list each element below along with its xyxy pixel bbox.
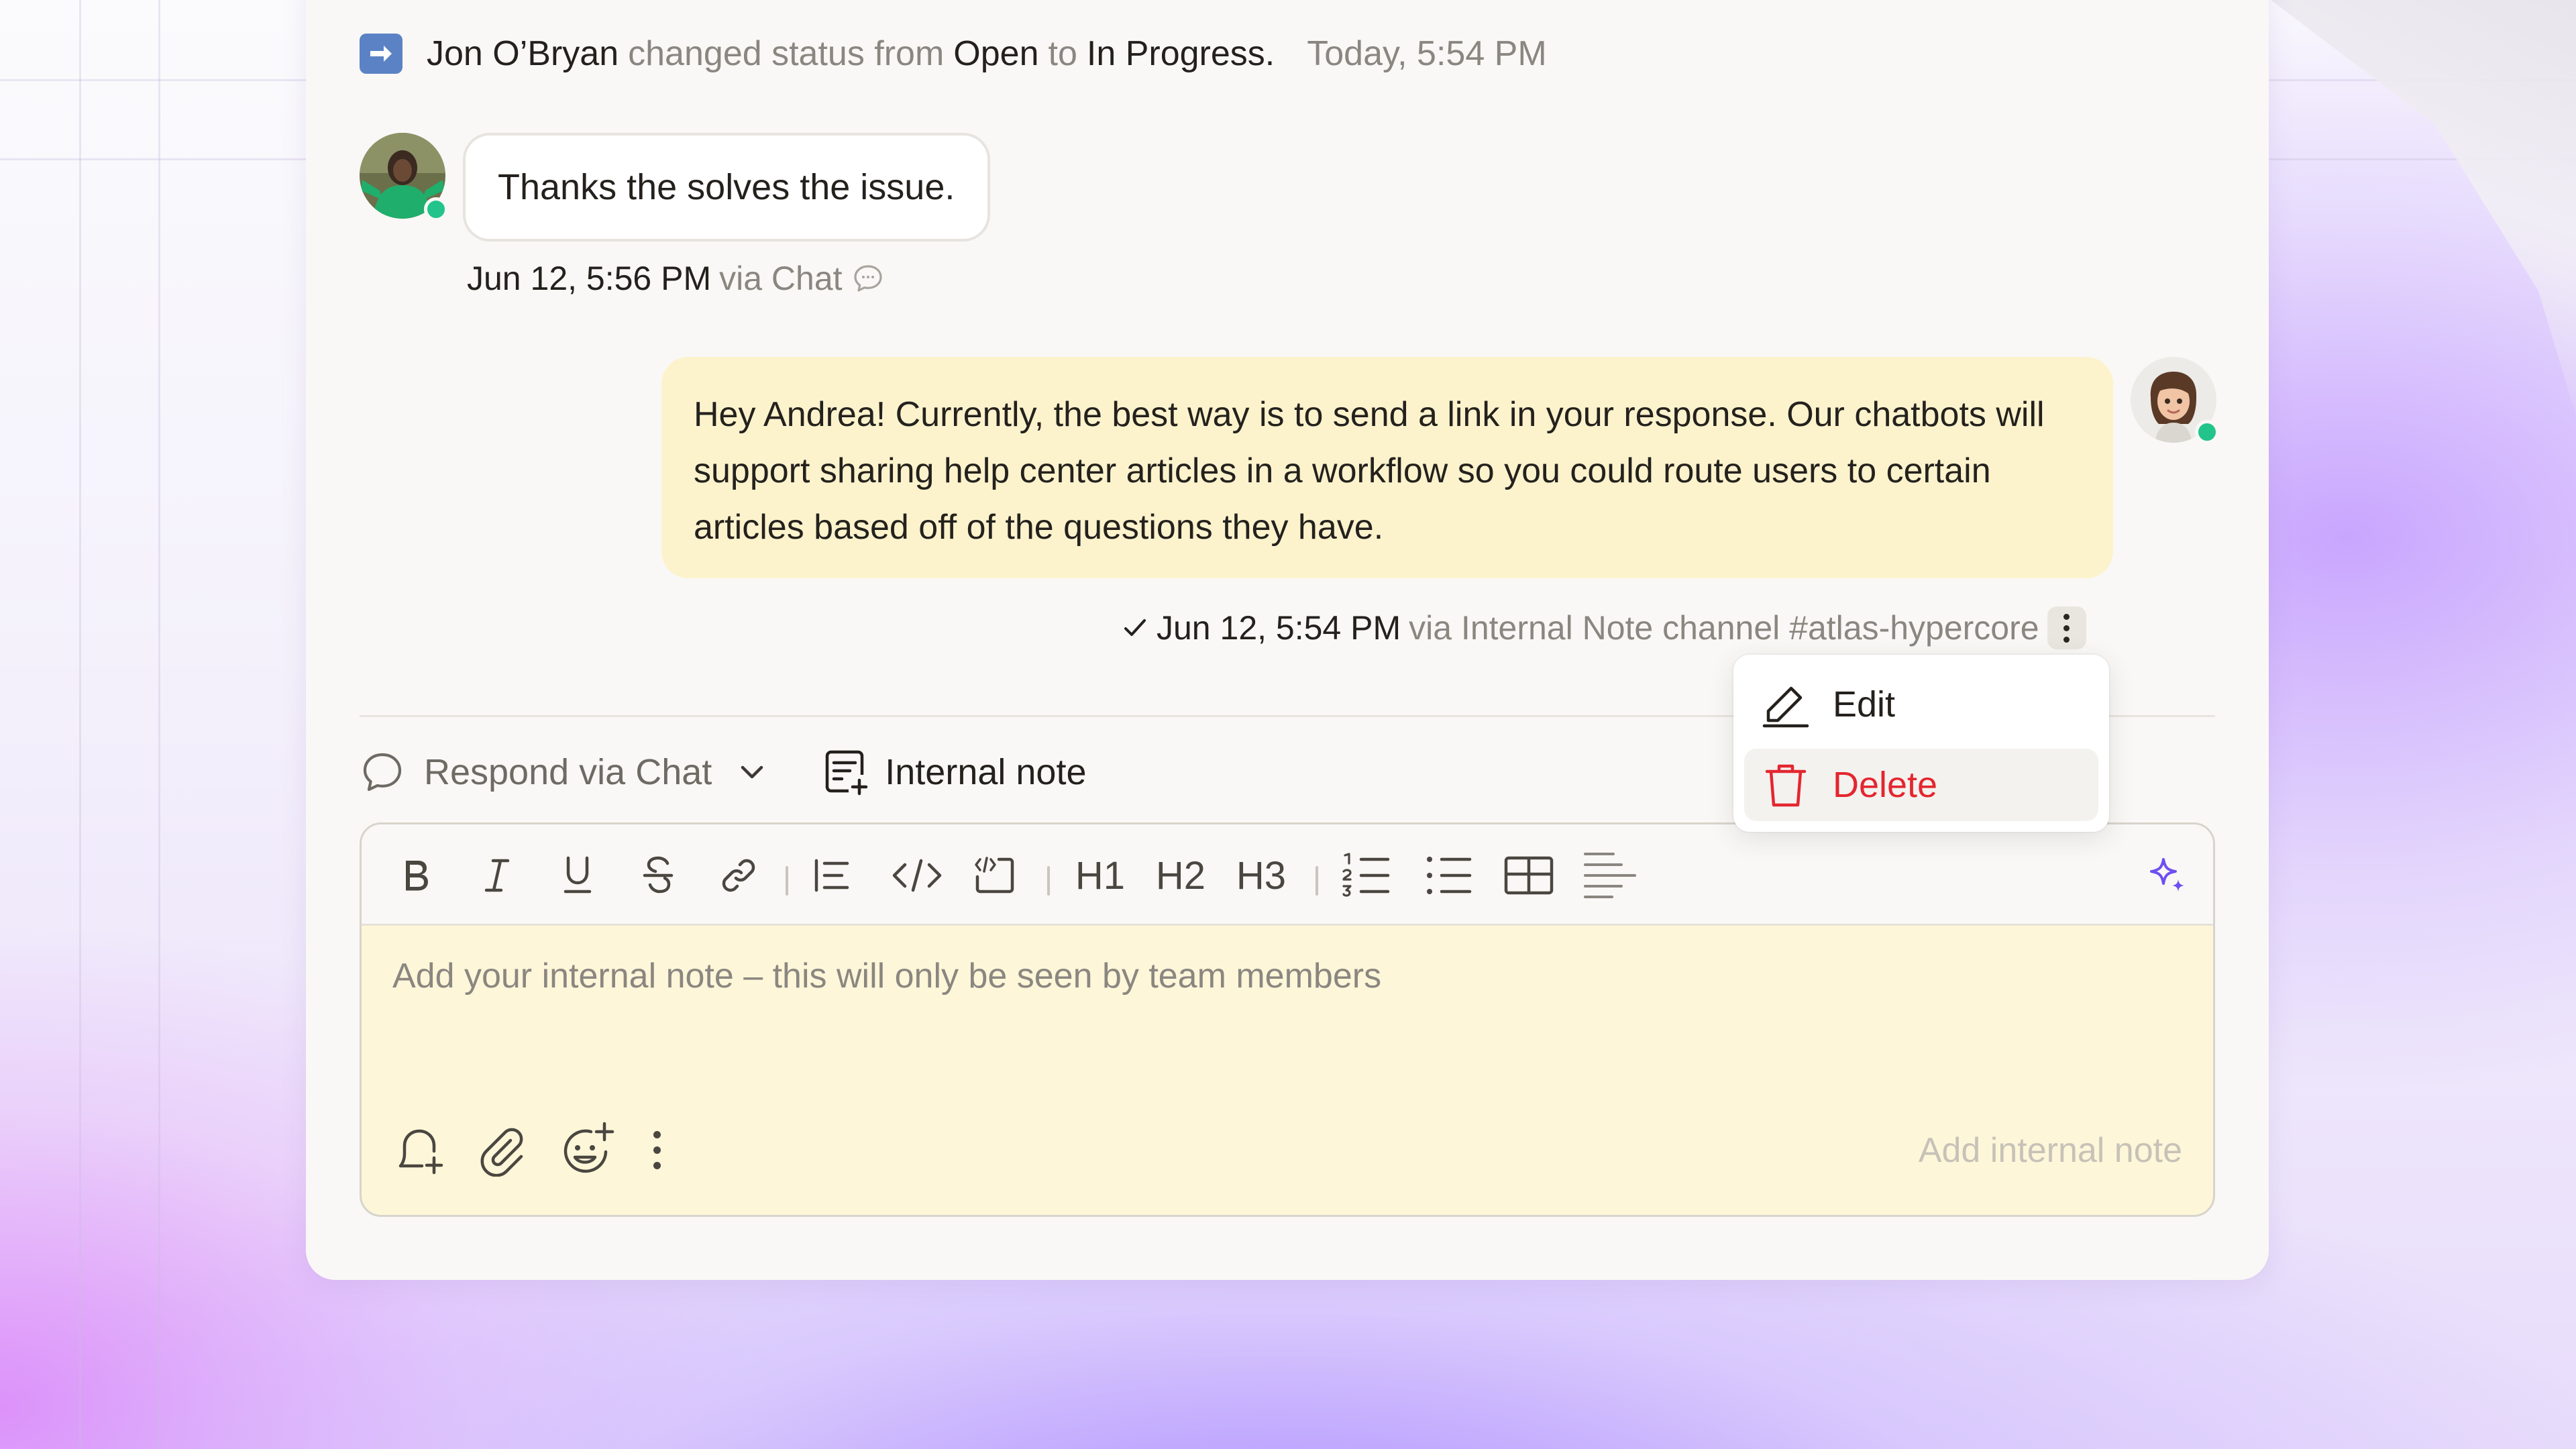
code-icon xyxy=(892,859,942,892)
link-button[interactable] xyxy=(713,850,764,901)
italic-button[interactable] xyxy=(472,850,523,901)
bell-add-icon xyxy=(398,1129,443,1175)
table-icon xyxy=(1504,856,1554,895)
italic-icon xyxy=(484,859,510,892)
edit-label: Edit xyxy=(1833,684,1896,724)
link-icon xyxy=(722,859,755,892)
sparkle-icon xyxy=(2150,858,2184,892)
message-context-menu: Edit Delete xyxy=(1733,655,2109,832)
formatting-toolbar: H1 H2 H3 xyxy=(362,824,2213,926)
h3-label: H3 xyxy=(1236,853,1287,898)
heading2-button[interactable]: H2 xyxy=(1150,850,1211,901)
bg-grid-line xyxy=(158,0,160,1449)
chat-bubble-icon xyxy=(852,263,884,294)
incoming-message-bubble: Thanks the solves the issue. xyxy=(463,133,990,241)
check-icon xyxy=(1122,614,1148,641)
code-block-icon xyxy=(975,857,1014,894)
incoming-timestamp: Jun 12, 5:56 PM xyxy=(467,260,712,297)
internal-note-label: Internal note xyxy=(885,752,1087,792)
emoji-add-icon xyxy=(564,1122,614,1173)
ai-assist-button[interactable] xyxy=(2142,850,2193,901)
h2-label: H2 xyxy=(1155,853,1206,898)
incoming-message-meta: Jun 12, 5:56 PM via Chat xyxy=(467,259,884,298)
menu-item-edit[interactable]: Edit xyxy=(1744,668,2098,741)
tab-internal-note[interactable]: Internal note xyxy=(822,748,1086,796)
strikethrough-icon xyxy=(643,856,674,894)
activity-time: Today, 5:54 PM xyxy=(1307,34,1547,73)
align-button[interactable] xyxy=(1581,850,1638,901)
pencil-icon xyxy=(1759,678,1813,731)
online-indicator xyxy=(424,197,448,221)
bold-button[interactable] xyxy=(391,850,442,901)
ordered-list-button[interactable] xyxy=(1338,850,1395,901)
menu-item-delete[interactable]: Delete xyxy=(1744,749,2098,821)
activity-to-status: In Progress. xyxy=(1086,34,1275,73)
tab-respond-via-chat[interactable]: Respond via Chat xyxy=(360,749,768,795)
align-left-icon xyxy=(814,859,849,892)
paperclip-icon xyxy=(480,1128,523,1177)
activity-from-status: Open xyxy=(953,34,1039,73)
code-button[interactable] xyxy=(888,850,947,901)
bullet-list-button[interactable] xyxy=(1420,850,1477,901)
activity-action: changed status from xyxy=(628,34,945,73)
strikethrough-button[interactable] xyxy=(633,850,684,901)
incoming-message-text: Thanks the solves the issue. xyxy=(498,167,955,207)
online-indicator xyxy=(2195,420,2219,444)
respond-via-chat-label: Respond via Chat xyxy=(424,752,712,792)
chevron-down-icon xyxy=(736,756,768,788)
internal-note-meta: Jun 12, 5:54 PM via Internal Note channe… xyxy=(1122,606,2086,649)
internal-note-text: Hey Andrea! Currently, the best way is t… xyxy=(694,395,2045,547)
underline-button[interactable] xyxy=(552,850,603,901)
bg-grid-line xyxy=(79,0,81,1449)
attach-button[interactable] xyxy=(476,1120,527,1180)
status-change-activity: Jon O’Bryan changed status from Open to … xyxy=(360,27,1556,80)
underline-icon xyxy=(564,856,592,894)
code-block-button[interactable] xyxy=(969,850,1020,901)
note-add-icon xyxy=(822,748,870,796)
toolbar-separator xyxy=(786,866,788,896)
heading3-button[interactable]: H3 xyxy=(1231,850,1291,901)
message-more-button[interactable] xyxy=(2047,606,2086,649)
internal-note-bubble: Hey Andrea! Currently, the best way is t… xyxy=(661,357,2113,578)
add-mention-button[interactable] xyxy=(392,1120,446,1180)
composer-tabs: Respond via Chat Internal note xyxy=(360,743,1086,801)
heading1-button[interactable]: H1 xyxy=(1070,850,1130,901)
bold-icon xyxy=(406,861,428,891)
chat-bubble-icon xyxy=(360,749,405,795)
arrow-right-icon xyxy=(360,34,402,74)
toolbar-separator xyxy=(1047,866,1050,896)
emoji-button[interactable] xyxy=(557,1120,615,1180)
add-internal-note-button[interactable]: Add internal note xyxy=(1919,1130,2182,1171)
internal-note-via: via Internal Note channel #atlas-hyperco… xyxy=(1409,609,2039,647)
toolbar-separator xyxy=(1316,866,1318,896)
activity-actor: Jon O’Bryan xyxy=(427,34,619,73)
h1-label: H1 xyxy=(1075,853,1126,898)
internal-note-timestamp: Jun 12, 5:54 PM xyxy=(1157,609,1401,647)
incoming-via: via Chat xyxy=(719,260,843,297)
composer-more-button[interactable] xyxy=(643,1120,670,1180)
delete-label: Delete xyxy=(1833,765,1938,805)
blockquote-button[interactable] xyxy=(807,850,858,901)
internal-note-composer: H1 H2 H3 Add your internal note – this w… xyxy=(360,822,2215,1217)
activity-to-word: to xyxy=(1048,34,1077,73)
bullet-list-icon xyxy=(1427,857,1472,894)
text-align-icon xyxy=(1584,853,1636,898)
trash-icon xyxy=(1759,758,1813,812)
note-input-placeholder[interactable]: Add your internal note – this will only … xyxy=(392,956,1381,996)
ordered-list-icon xyxy=(1342,853,1390,897)
table-button[interactable] xyxy=(1501,850,1557,901)
